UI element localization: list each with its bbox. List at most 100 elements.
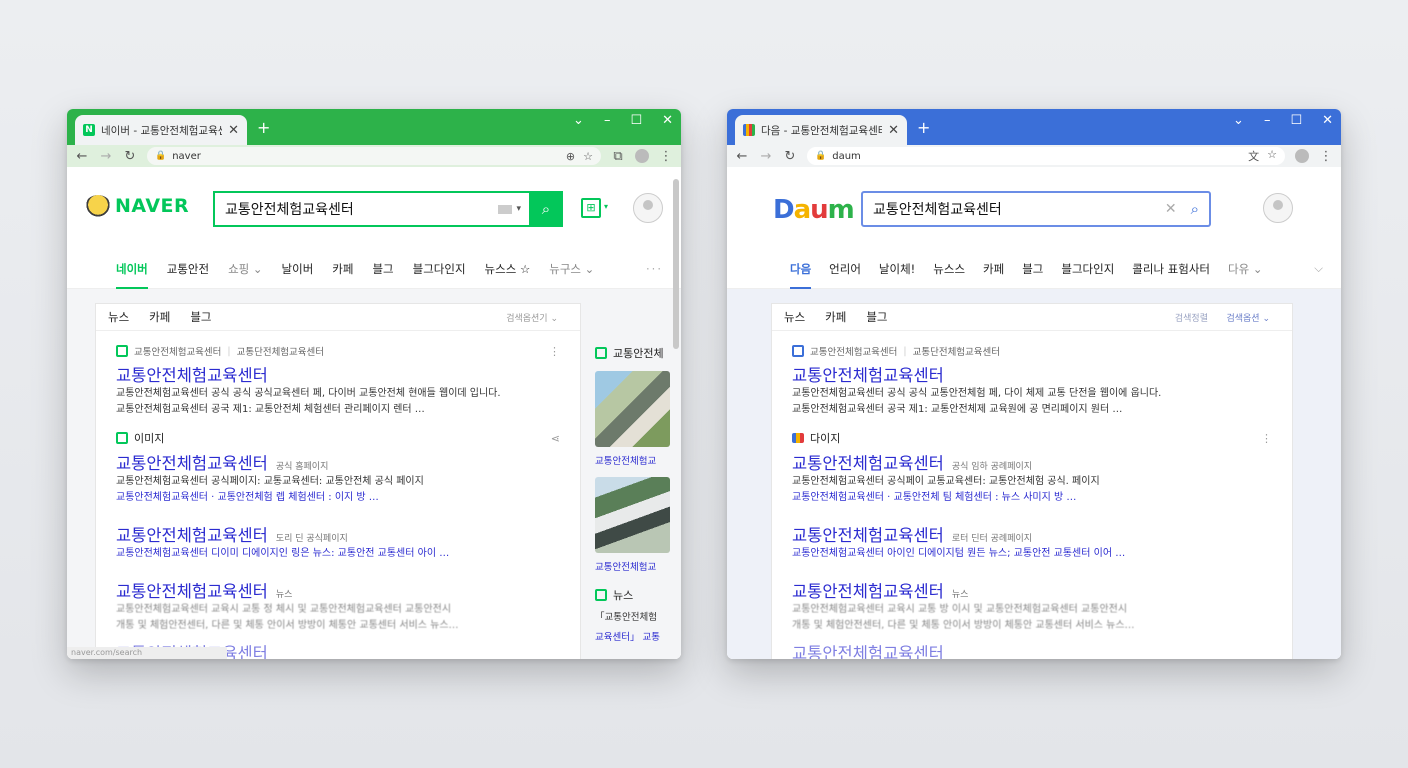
address-bar[interactable]: 🔒 daum 文 ☆ [807,147,1285,165]
close-window-icon[interactable]: ✕ [1322,113,1333,128]
minimize-icon[interactable]: – [604,113,611,128]
thumbnail-image[interactable] [595,371,670,447]
forward-icon[interactable]: → [759,149,773,164]
search-input[interactable]: 교통안전체험교육센터 [863,199,1165,219]
panel-tab[interactable]: 블그 [190,309,211,325]
chevron-down-icon[interactable]: ⌄ [1233,113,1244,128]
menu-kebab-icon[interactable]: ⋮ [659,149,673,164]
result-title-link[interactable]: 교통안전체험교육센터 공식 임하 공례페이지 [792,450,1272,474]
panel-tab[interactable]: 블그 [866,309,887,325]
browser-tab-daum[interactable]: 다음 - 교통안전체험교육센터 ✕ [735,115,907,145]
menu-item[interactable]: 블그다인지 [413,249,466,289]
thumbnail-caption[interactable]: 교통안전체험교 [595,453,670,467]
daum-favicon-icon [743,124,755,136]
menu-item[interactable]: 날이버 [282,249,314,289]
naver-logo[interactable]: NAVER [85,195,189,217]
menu-item[interactable]: 다유 ⌄ [1228,249,1262,289]
menu-item[interactable]: 콜리나 표험사터 [1132,249,1210,289]
more-options-icon[interactable]: ⋮ [549,345,560,358]
thumbnail-caption[interactable]: 교통안전체험교 [595,559,670,573]
panel-tab[interactable]: 카페 [149,309,170,325]
sort-dropdown[interactable]: 검색옵션기 ⌄ [506,311,558,324]
result-title-link[interactable]: 교통안전체험교육센터 [792,362,1272,386]
panel-tab[interactable]: 카페 [825,309,846,325]
lock-icon: 🔒 [155,151,167,161]
menu-item[interactable]: 뉴스스 [933,249,965,289]
panel-tab[interactable]: 뉴스 [108,309,129,325]
sort-option[interactable]: 검색정렬 [1175,311,1208,324]
result-title-link[interactable]: 교통안전체험교육센터 뉴스 [792,578,1272,602]
daum-icon [792,433,804,443]
translate-icon[interactable]: 文 [1248,148,1259,164]
result-title-link[interactable]: 교통안전체험교육센터 [792,640,1272,659]
result-title-link[interactable]: 교통안전체험교육센터 [116,362,560,386]
sort-dropdown[interactable]: 검색옵션 ⌄ [1226,311,1270,324]
thumbnail-image[interactable] [595,477,670,553]
menu-item-naver[interactable]: 네이버 [116,249,148,289]
menu-item[interactable]: 쇼핑 ⌄ [228,249,262,289]
profile-avatar-icon[interactable] [635,149,649,163]
profile-avatar-icon[interactable] [1295,149,1309,163]
menu-item-daum[interactable]: 다음 [790,249,812,289]
naver-header: NAVER 교통안전체험교육센터 ▾ ⌕ ⊞ ▾ [67,167,681,249]
menu-item[interactable]: 블그다인지 [1061,249,1114,289]
clear-icon[interactable]: ✕ [1165,201,1177,217]
chevron-down-icon[interactable]: ⌵ [1314,261,1323,276]
bookmark-star-icon[interactable]: ☆ [583,150,593,163]
menu-item[interactable]: 블그 [372,249,393,289]
more-dots-icon[interactable]: ··· [646,262,663,276]
scrollbar[interactable] [673,179,679,349]
maximize-icon[interactable]: ☐ [1290,113,1302,128]
search-icon[interactable]: ⌕ [1191,200,1199,218]
search-button[interactable]: ⌕ [529,191,563,227]
result-snippet: 교통안전체험교육센터 · 교통안전체 팀 체험센터 : 뉴스 사미지 방 … [792,492,1077,503]
search-result: 교통안전체험교육센터 뉴스 교통안전체험교육센터 교육시 교통 정 체시 및 교통… [116,574,560,634]
menu-item[interactable]: 날이체! [879,249,915,289]
extensions-icon[interactable]: ⧉ [611,149,625,164]
bookmark-star-icon[interactable]: ☆ [1267,148,1277,164]
chevron-down-icon[interactable]: ⌄ [573,113,584,128]
side-news-line[interactable]: 「교통안전체험 [595,609,670,623]
menu-item[interactable]: 교통안전 [167,249,209,289]
forward-icon[interactable]: → [99,149,113,164]
reload-icon[interactable]: ↻ [123,149,137,164]
menu-item[interactable]: 뉴스스 ☆ [485,249,531,289]
back-icon[interactable]: ← [735,149,749,164]
menu-item[interactable]: 언리어 [829,249,861,289]
panel-tab[interactable]: 뉴스 [784,309,805,325]
menu-item[interactable]: 블그 [1022,249,1043,289]
more-options-icon[interactable]: ⋮ [1261,432,1272,445]
chevron-down-icon[interactable]: ▾ [516,204,521,214]
result-title-link[interactable]: 교통안전체험교육센터 공식 홈페이지 [116,450,560,474]
chevron-down-icon[interactable]: ▾ [604,202,608,211]
result-title-link[interactable]: 교통안전체험교육센터 도리 딘 공식페이지 [116,522,560,546]
maximize-icon[interactable]: ☐ [630,113,642,128]
user-icon[interactable] [1263,193,1293,223]
grid-menu-icon[interactable]: ⊞ [581,198,601,218]
search-input[interactable]: 교통안전체험교육센터 [215,199,498,219]
close-window-icon[interactable]: ✕ [662,113,673,128]
menu-item[interactable]: 카페 [332,249,353,289]
menu-item[interactable]: 카페 [983,249,1004,289]
new-tab-icon[interactable]: + [257,118,270,137]
status-bar: naver.com/search [67,647,227,659]
result-title-link[interactable]: 교통안전체험교육센터 로터 딘터 공례페이지 [792,522,1272,546]
browser-tab-naver[interactable]: N 네이버 - 교통안전체험교육센터 ✕ [75,115,247,145]
address-text: daum [832,150,861,162]
daum-logo[interactable]: Daum [773,195,855,225]
back-icon[interactable]: ← [75,149,89,164]
close-tab-icon[interactable]: ✕ [228,123,239,138]
reload-icon[interactable]: ↻ [783,149,797,164]
result-title-link[interactable]: 교통안전체험교육센터 뉴스 [116,578,560,602]
keyboard-icon[interactable] [498,204,513,214]
address-bar[interactable]: 🔒 naver ⊕ ☆ [147,147,601,165]
side-news-line[interactable]: 교육센터」 교통 [595,629,670,643]
minimize-icon[interactable]: – [1264,113,1271,128]
menu-kebab-icon[interactable]: ⋮ [1319,149,1333,164]
menu-item[interactable]: 뉴구스 ⌄ [549,249,594,289]
user-icon[interactable] [633,193,663,223]
close-tab-icon[interactable]: ✕ [888,123,899,138]
new-tab-icon[interactable]: + [917,118,930,137]
zoom-icon[interactable]: ⊕ [566,150,575,163]
share-icon[interactable]: ⋖ [551,432,560,445]
